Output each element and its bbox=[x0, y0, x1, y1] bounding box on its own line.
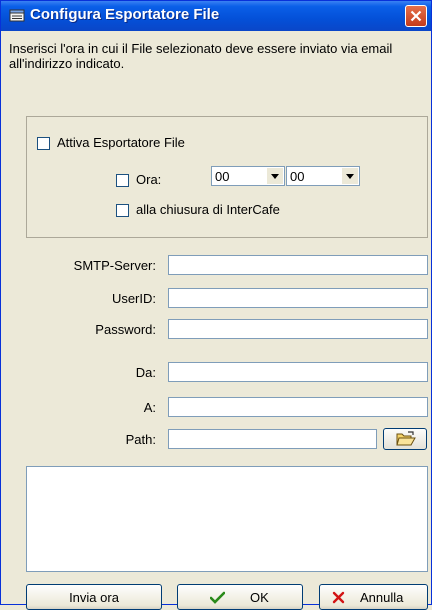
path-input[interactable] bbox=[168, 429, 377, 449]
close-icon bbox=[410, 10, 422, 22]
x-icon bbox=[332, 591, 345, 604]
intro-text: Inserisci l'ora in cui il File seleziona… bbox=[9, 41, 393, 71]
userid-input[interactable] bbox=[168, 288, 428, 308]
dialog-window: Configura Esportatore File Inserisci l'o… bbox=[0, 0, 432, 610]
hour-select[interactable]: 00 bbox=[211, 166, 285, 186]
window-icon bbox=[9, 9, 25, 22]
to-input[interactable] bbox=[168, 397, 428, 417]
from-label: Da: bbox=[135, 365, 156, 380]
on-close-label: alla chiusura di InterCafe bbox=[136, 202, 280, 217]
enable-exporter-label: Attiva Esportatore File bbox=[57, 135, 185, 150]
cancel-label: Annulla bbox=[360, 590, 404, 605]
chevron-down-icon[interactable] bbox=[267, 168, 283, 184]
ok-label: OK bbox=[250, 590, 269, 605]
close-button[interactable] bbox=[405, 5, 427, 27]
browse-button[interactable] bbox=[383, 428, 427, 450]
send-now-button[interactable]: Invia ora bbox=[26, 584, 162, 610]
title-bar[interactable]: Configura Esportatore File bbox=[1, 1, 431, 31]
time-label: Ora: bbox=[136, 172, 162, 187]
password-input[interactable] bbox=[168, 319, 428, 339]
on-close-checkbox[interactable] bbox=[116, 204, 129, 217]
smtp-label: SMTP-Server: bbox=[73, 258, 156, 273]
hour-value: 00 bbox=[215, 169, 230, 184]
enable-exporter-checkbox[interactable] bbox=[37, 137, 50, 150]
chevron-down-icon[interactable] bbox=[342, 168, 358, 184]
minute-select[interactable]: 00 bbox=[286, 166, 360, 186]
folder-open-icon bbox=[396, 431, 416, 446]
path-label: Path: bbox=[125, 432, 156, 447]
time-checkbox[interactable] bbox=[116, 174, 129, 187]
checkmark-icon bbox=[210, 591, 225, 604]
window-title: Configura Esportatore File bbox=[30, 6, 220, 23]
send-now-label: Invia ora bbox=[69, 590, 119, 605]
password-label: Password: bbox=[95, 322, 156, 337]
from-input[interactable] bbox=[168, 362, 428, 382]
log-textarea[interactable] bbox=[26, 466, 428, 572]
cancel-button[interactable]: Annulla bbox=[319, 584, 428, 610]
smtp-server-input[interactable] bbox=[168, 255, 428, 275]
ok-button[interactable]: OK bbox=[177, 584, 303, 610]
userid-label: UserID: bbox=[111, 291, 156, 306]
minute-value: 00 bbox=[290, 169, 305, 184]
to-label: A: bbox=[143, 400, 156, 415]
